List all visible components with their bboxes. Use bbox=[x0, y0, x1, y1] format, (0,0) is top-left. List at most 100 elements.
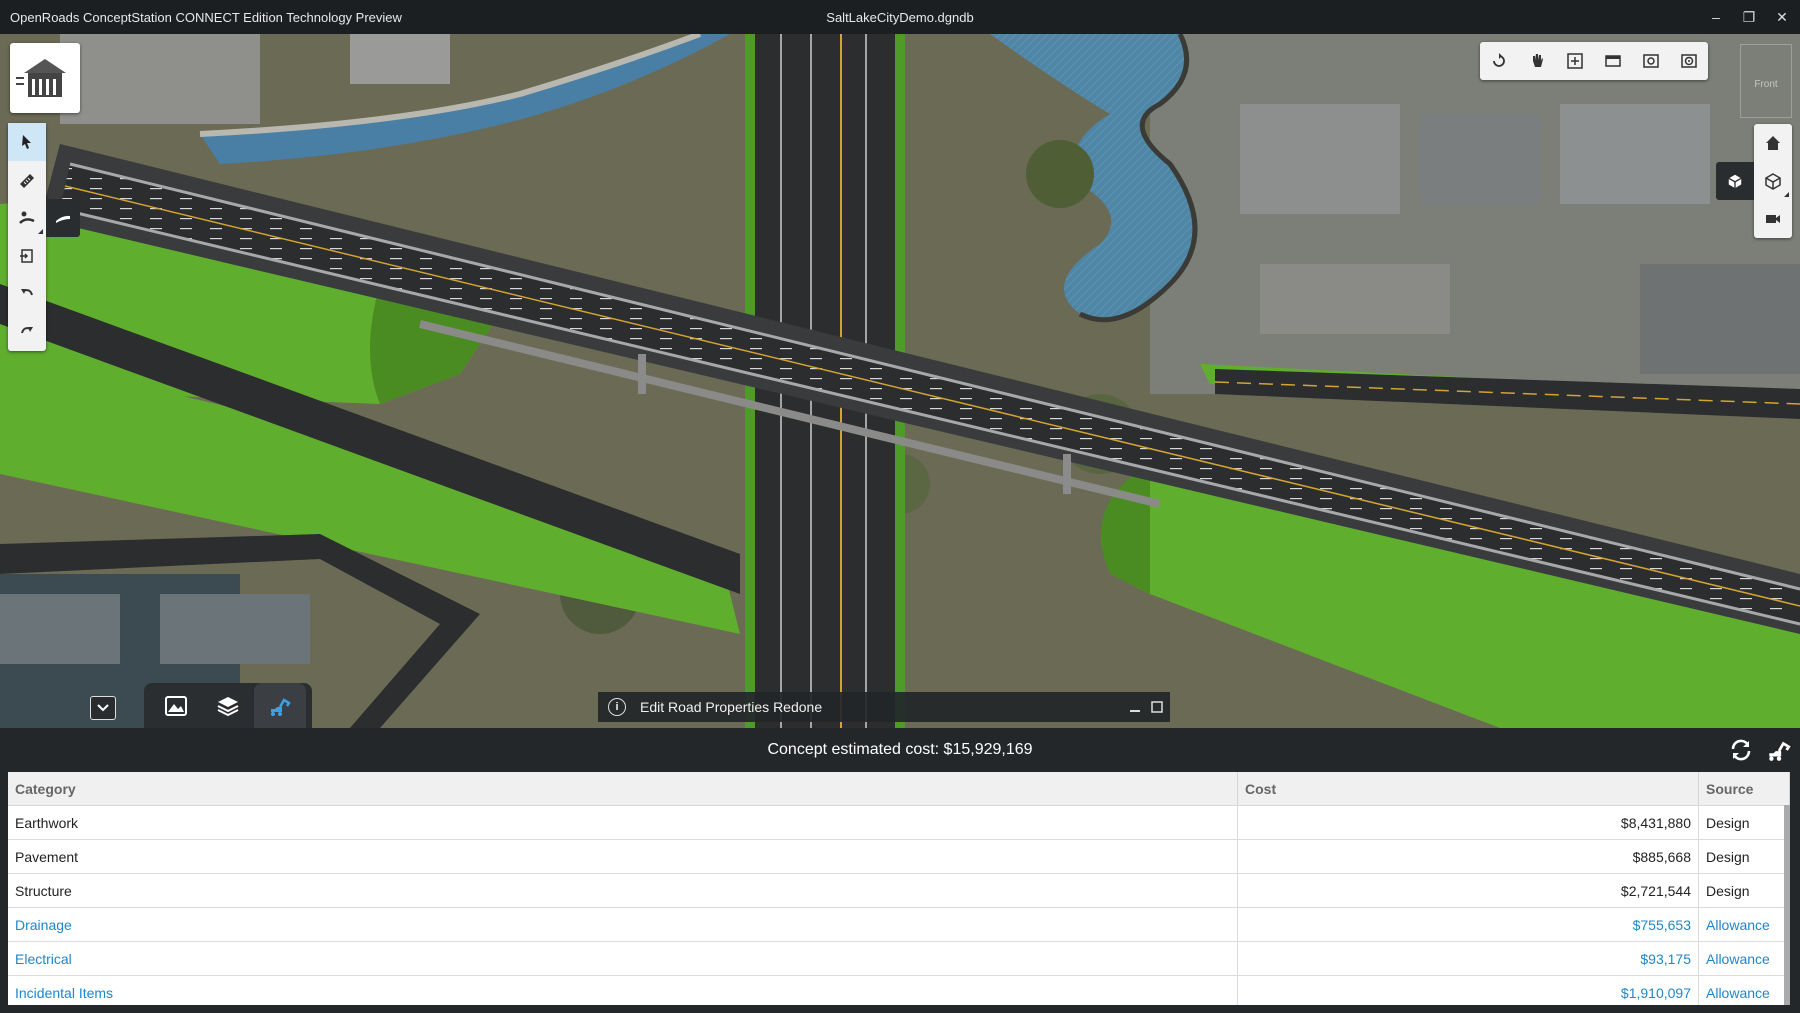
category-cell[interactable]: Drainage bbox=[8, 907, 1238, 942]
import-icon bbox=[20, 249, 33, 263]
maximize-icon bbox=[1151, 701, 1163, 713]
fit-view-icon bbox=[1567, 53, 1583, 69]
camera-button[interactable] bbox=[1754, 200, 1792, 238]
app-title: OpenRoads ConceptStation CONNECT Edition… bbox=[10, 10, 402, 25]
close-button[interactable]: ✕ bbox=[1768, 6, 1796, 28]
source-cell[interactable]: Allowance bbox=[1698, 975, 1790, 1005]
info-icon: i bbox=[608, 698, 626, 716]
cost-header: Concept estimated cost: $15,929,169 bbox=[0, 728, 1800, 772]
tab-imagery[interactable] bbox=[150, 683, 202, 728]
minimize-button[interactable]: – bbox=[1702, 6, 1730, 28]
view-toolbar bbox=[1480, 42, 1708, 80]
table-row[interactable]: Drainage $755,653 Allowance bbox=[8, 907, 1790, 942]
road-sketch-icon bbox=[19, 211, 35, 224]
layers-icon bbox=[217, 696, 239, 716]
restore-button[interactable]: ❐ bbox=[1735, 6, 1763, 28]
minimize-icon bbox=[1130, 710, 1140, 712]
notification-bar: i Edit Road Properties Redone bbox=[598, 692, 1170, 722]
measure-tool-button[interactable] bbox=[8, 161, 46, 199]
undo-icon bbox=[21, 289, 33, 296]
cursor-icon bbox=[22, 135, 31, 149]
notification-message: Edit Road Properties Redone bbox=[640, 699, 823, 715]
sketch-flyout-button[interactable] bbox=[46, 199, 80, 237]
source-cell[interactable]: Allowance bbox=[1698, 907, 1790, 942]
cube-icon bbox=[1728, 174, 1742, 189]
category-cell[interactable]: Incidental Items bbox=[8, 975, 1238, 1005]
cost-cell: $2,721,544 bbox=[1237, 873, 1699, 908]
redo-icon bbox=[21, 327, 33, 334]
source-cell[interactable]: Allowance bbox=[1698, 941, 1790, 976]
panel-tab-group bbox=[144, 683, 312, 728]
column-header-source[interactable]: Source bbox=[1698, 772, 1790, 806]
landscape-icon bbox=[165, 695, 187, 716]
scrollbar-thumb[interactable] bbox=[1784, 805, 1790, 1005]
video-camera-icon bbox=[1766, 215, 1780, 223]
window-area-icon bbox=[1605, 55, 1621, 67]
refresh-cost-button[interactable] bbox=[1727, 736, 1755, 764]
road-segment-icon bbox=[56, 215, 70, 223]
category-cell: Earthwork bbox=[8, 805, 1238, 840]
left-toolbar bbox=[8, 123, 46, 351]
source-cell: Design bbox=[1698, 805, 1790, 840]
view-cube-flyout-button[interactable] bbox=[1716, 162, 1754, 200]
excavator-icon bbox=[271, 697, 291, 716]
table-row[interactable]: Structure $2,721,544 Design bbox=[8, 873, 1790, 908]
table-row[interactable]: Incidental Items $1,910,097 Allowance bbox=[8, 975, 1790, 1005]
navigation-toolbar bbox=[1754, 124, 1792, 238]
redo-button[interactable] bbox=[8, 313, 46, 351]
notification-expand-button[interactable] bbox=[1148, 698, 1166, 716]
camera-view-button[interactable] bbox=[1632, 42, 1670, 80]
column-header-cost[interactable]: Cost bbox=[1237, 772, 1699, 806]
chevron-down-icon bbox=[97, 704, 109, 712]
cost-settings-button[interactable] bbox=[1765, 736, 1793, 764]
select-tool-button[interactable] bbox=[8, 123, 46, 161]
aerial-scene bbox=[0, 34, 1800, 728]
pan-hand-icon bbox=[1533, 54, 1543, 67]
cost-cell[interactable]: $1,910,097 bbox=[1237, 975, 1699, 1005]
category-cell: Structure bbox=[8, 873, 1238, 908]
notification-minimize-button[interactable] bbox=[1126, 698, 1144, 716]
cost-cell[interactable]: $755,653 bbox=[1237, 907, 1699, 942]
table-row[interactable]: Earthwork $8,431,880 Design bbox=[8, 805, 1790, 840]
tab-layers[interactable] bbox=[202, 683, 254, 728]
category-cell: Pavement bbox=[8, 839, 1238, 874]
app-menu-button[interactable] bbox=[10, 43, 80, 113]
ruler-icon bbox=[20, 174, 34, 188]
conceptstation-logo-icon bbox=[16, 59, 66, 97]
collapse-panel-button[interactable] bbox=[90, 696, 116, 720]
sketch-tool-button[interactable] bbox=[8, 199, 46, 237]
undo-button[interactable] bbox=[8, 275, 46, 313]
view-cube-face-label: Front bbox=[1754, 79, 1778, 90]
home-view-button[interactable] bbox=[1754, 124, 1792, 162]
pan-view-button[interactable] bbox=[1518, 42, 1556, 80]
title-bar: OpenRoads ConceptStation CONNECT Edition… bbox=[0, 0, 1800, 34]
refresh-icon bbox=[1731, 739, 1751, 761]
3d-viewport[interactable]: Front bbox=[0, 34, 1800, 728]
panel-tabs bbox=[90, 683, 312, 728]
view-cube[interactable]: Front bbox=[1740, 44, 1792, 118]
source-cell: Design bbox=[1698, 873, 1790, 908]
rotate-view-button[interactable] bbox=[1480, 42, 1518, 80]
category-cell[interactable]: Electrical bbox=[8, 941, 1238, 976]
camera-view-icon bbox=[1643, 54, 1659, 68]
source-cell: Design bbox=[1698, 839, 1790, 874]
import-tool-button[interactable] bbox=[8, 237, 46, 275]
rotate-icon bbox=[1493, 53, 1505, 67]
table-scrollbar[interactable] bbox=[1784, 805, 1790, 1005]
concept-estimated-cost: Concept estimated cost: $15,929,169 bbox=[767, 741, 1033, 758]
fit-view-button[interactable] bbox=[1556, 42, 1594, 80]
column-header-category[interactable]: Category bbox=[8, 772, 1238, 806]
view-cube-icon bbox=[1765, 173, 1781, 190]
cost-cell[interactable]: $93,175 bbox=[1237, 941, 1699, 976]
view-cube-button[interactable] bbox=[1754, 162, 1792, 200]
cost-table: Category Cost Source Earthwork $8,431,88… bbox=[8, 772, 1790, 1005]
table-row[interactable]: Pavement $885,668 Design bbox=[8, 839, 1790, 874]
excavator-settings-icon bbox=[1769, 741, 1791, 761]
table-row[interactable]: Electrical $93,175 Allowance bbox=[8, 941, 1790, 976]
tab-cost[interactable] bbox=[254, 683, 306, 728]
cost-table-container: Category Cost Source Earthwork $8,431,88… bbox=[8, 772, 1790, 1005]
window-area-button[interactable] bbox=[1594, 42, 1632, 80]
home-icon bbox=[1766, 136, 1780, 150]
cost-cell: $8,431,880 bbox=[1237, 805, 1699, 840]
target-view-button[interactable] bbox=[1670, 42, 1708, 80]
